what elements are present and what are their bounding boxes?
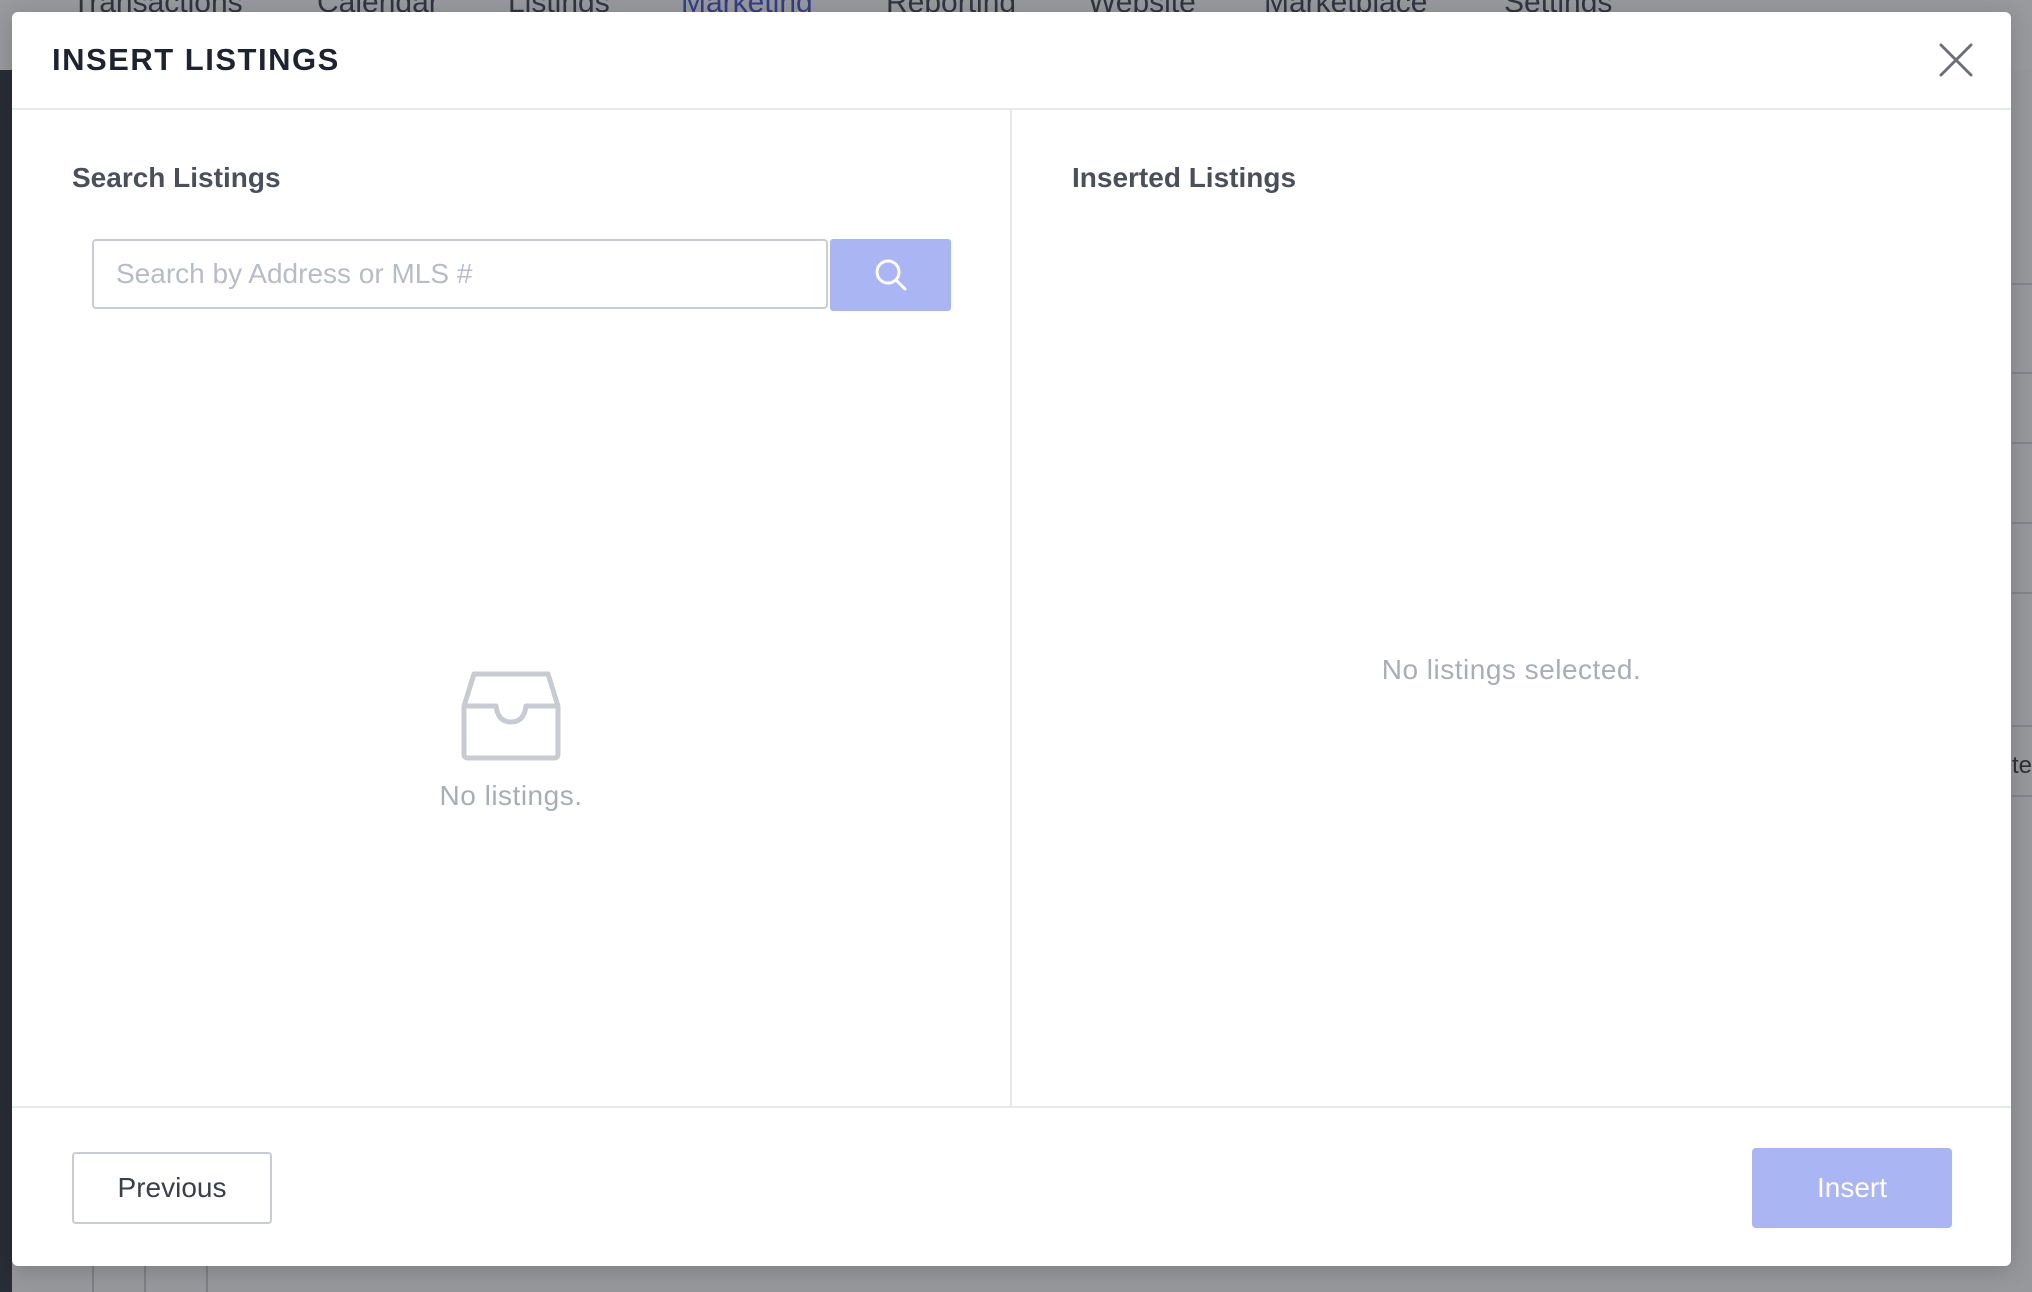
insert-button[interactable]: Insert: [1752, 1148, 1952, 1228]
modal-footer: Previous Insert: [12, 1106, 2011, 1266]
inserted-listings-title: Inserted Listings: [1072, 162, 1297, 193]
no-listings-selected-text: No listings selected.: [1381, 654, 1642, 685]
previous-button[interactable]: Previous: [72, 1152, 272, 1224]
close-icon: [1939, 43, 1973, 77]
inbox-icon: [461, 671, 561, 761]
search-button[interactable]: [830, 239, 951, 311]
modal-header: INSERT LISTINGS: [12, 12, 2011, 110]
insert-listings-modal: INSERT LISTINGS Search Listings No listi…: [12, 12, 2011, 1266]
close-button[interactable]: [1934, 38, 1978, 82]
no-listings-text: No listings.: [439, 780, 583, 811]
search-input[interactable]: [92, 239, 828, 309]
search-listings-panel: Search Listings No listings.: [12, 110, 1012, 1106]
modal-title: INSERT LISTINGS: [52, 42, 340, 77]
search-listings-title: Search Listings: [72, 162, 281, 193]
search-icon: [875, 259, 906, 291]
inserted-listings-panel: Inserted Listings No listings selected.: [1012, 110, 2011, 1106]
